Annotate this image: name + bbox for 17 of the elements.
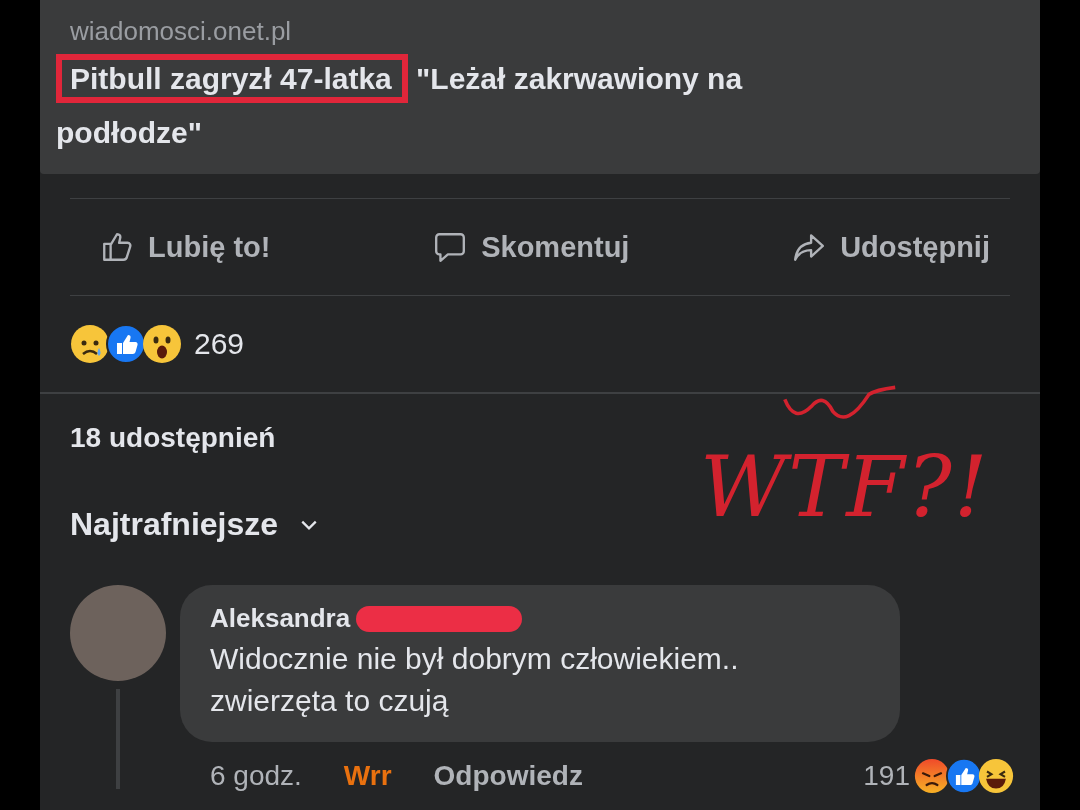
comment-reaction-count[interactable]: 191 xyxy=(863,760,910,792)
comment-author[interactable]: Aleksandra xyxy=(210,603,351,634)
reaction-count[interactable]: 269 xyxy=(194,327,245,361)
link-preview-card[interactable]: wiadomosci.onet.pl Pitbull zagryzł 47-latka "Leżał zakrwawiony na podłodze" xyxy=(40,0,1040,174)
reply-link[interactable]: Odpowiedz xyxy=(433,760,583,792)
chevron-down-icon xyxy=(300,518,319,531)
link-domain: wiadomosci.onet.pl xyxy=(70,16,293,46)
speech-bubble-icon xyxy=(433,230,468,264)
comment-time: 6 godz. xyxy=(210,760,302,792)
headline-text: Pitbull zagryzł 47-latka "Leżał zakrwawiony na podłodze" xyxy=(56,46,870,164)
like-button[interactable]: Lubię to! xyxy=(100,230,271,264)
reaction-link[interactable]: Wrr xyxy=(343,760,392,792)
comment-button[interactable]: Skomentuj xyxy=(433,230,630,264)
sort-dropdown[interactable]: Najtrafniejsze xyxy=(70,506,319,543)
comment-text: Widocznie nie był dobrym człowiekiem.. zwierzęta to czują xyxy=(210,641,740,719)
share-button[interactable]: Udostępnij xyxy=(792,230,990,264)
thumbs-up-icon xyxy=(100,230,134,264)
